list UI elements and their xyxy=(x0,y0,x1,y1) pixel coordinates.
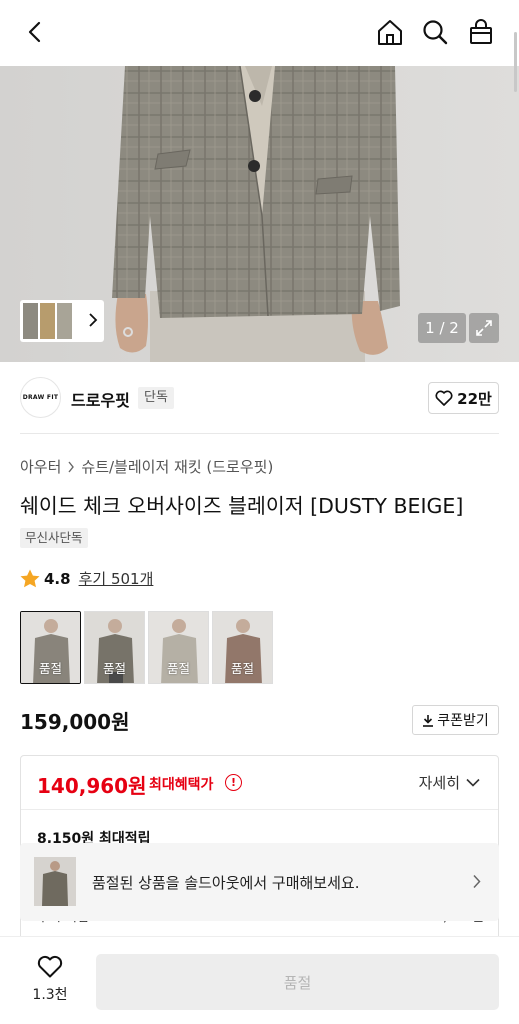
wishlist-count: 1.3천 xyxy=(32,987,68,1003)
gallery-thumbnail-strip[interactable] xyxy=(20,300,104,342)
top-navigation-bar xyxy=(0,0,519,66)
brand-logo[interactable]: DRAW FIT xyxy=(20,377,61,418)
option-thumbnail xyxy=(21,612,80,683)
breadcrumb-item-category[interactable]: 아우터 xyxy=(20,456,61,477)
bottom-action-bar: 1.3천 품절 xyxy=(0,936,519,1024)
star-icon xyxy=(20,569,40,588)
brand-like-button[interactable]: 22만 xyxy=(428,382,499,414)
option-thumbnail xyxy=(85,612,144,683)
search-icon xyxy=(423,20,448,45)
home-button[interactable] xyxy=(373,14,407,50)
chevron-right-icon xyxy=(68,461,75,472)
divider xyxy=(20,433,499,434)
download-icon xyxy=(423,714,434,727)
detail-label: 자세히 xyxy=(418,774,460,792)
color-option[interactable]: 품절 xyxy=(212,611,273,684)
product-price: 159,000원 xyxy=(20,710,130,734)
heart-icon xyxy=(37,955,63,978)
image-counter: 1 / 2 xyxy=(418,313,466,343)
cart-button[interactable] xyxy=(464,14,498,50)
coupon-label: 쿠폰받기 xyxy=(437,713,489,729)
brand-like-count: 22만 xyxy=(457,389,492,408)
chevron-down-icon xyxy=(466,778,480,787)
breadcrumb: 아우터 슈트/블레이저 재킷 (드로우핏) xyxy=(20,456,273,477)
banner-product-image xyxy=(34,857,76,906)
buy-button-soldout[interactable]: 품절 xyxy=(96,954,499,1010)
best-price: 140,960원 xyxy=(37,774,147,798)
banner-message: 품절된 상품을 솔드아웃에서 구매해보세요. xyxy=(92,874,360,892)
best-price-label: 최대혜택가 xyxy=(149,777,214,793)
brand-name[interactable]: 드로우핏 xyxy=(71,387,130,411)
best-price-row: 140,960원 최대혜택가 ! 자세히 xyxy=(21,756,498,810)
thumbnail xyxy=(40,303,55,339)
expand-icon xyxy=(476,320,492,336)
color-option[interactable]: 품절 xyxy=(84,611,145,684)
review-count-link[interactable]: 후기 501개 xyxy=(79,568,154,589)
option-thumbnail xyxy=(213,612,272,683)
color-option[interactable]: 품절 xyxy=(148,611,209,684)
brand-row: DRAW FIT 드로우핏 단독 22만 xyxy=(0,362,519,434)
detail-toggle-button[interactable]: 자세히 xyxy=(419,772,480,793)
heart-icon xyxy=(435,390,453,406)
product-title: 쉐이드 체크 오버사이즈 블레이저 [DUSTY BEIGE] xyxy=(20,494,464,518)
info-icon[interactable]: ! xyxy=(225,774,242,791)
chevron-right-icon xyxy=(89,313,98,327)
chevron-right-icon xyxy=(473,874,481,889)
product-image-carousel[interactable]: 1 / 2 xyxy=(0,66,519,362)
scrollbar-thumb[interactable] xyxy=(514,32,517,92)
chevron-left-icon xyxy=(28,21,41,43)
thumbnail xyxy=(57,303,72,339)
shopping-bag-icon xyxy=(470,19,492,44)
soldout-label: 품절 xyxy=(166,661,190,676)
breadcrumb-item-subcategory[interactable]: 슈트/블레이저 재킷 (드로우핏) xyxy=(81,456,273,477)
brand-exclusive-tag: 단독 xyxy=(138,387,174,409)
soldout-label: 품절 xyxy=(230,661,254,676)
expand-image-button[interactable] xyxy=(469,313,499,343)
exclusive-badge: 무신사단독 xyxy=(20,528,88,548)
wishlist-button[interactable]: 1.3천 xyxy=(28,955,72,1004)
rating-score: 4.8 xyxy=(44,569,71,588)
search-button[interactable] xyxy=(418,14,452,50)
soldout-label: 품절 xyxy=(38,661,62,676)
coupon-download-button[interactable]: 쿠폰받기 xyxy=(412,705,499,735)
thumbnail xyxy=(23,303,38,339)
color-option[interactable]: 품절 xyxy=(20,611,81,684)
home-icon xyxy=(378,20,402,45)
soldout-label: 품절 xyxy=(102,661,126,676)
option-thumbnail xyxy=(149,612,208,683)
color-option-list: 품절 품절 품절 품절 xyxy=(20,611,273,684)
back-button[interactable] xyxy=(18,14,52,50)
rating-row: 4.8 후기 501개 xyxy=(20,568,153,589)
soldout-banner[interactable]: 품절된 상품을 솔드아웃에서 구매해보세요. xyxy=(20,843,499,921)
